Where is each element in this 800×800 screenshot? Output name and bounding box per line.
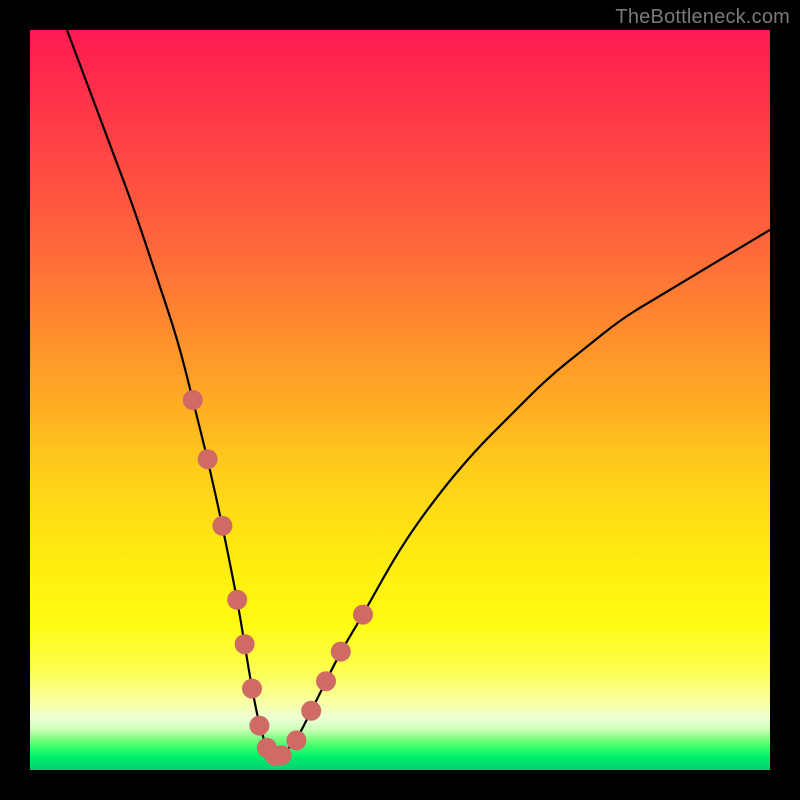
curve-marker: [301, 701, 321, 721]
curve-marker: [212, 516, 232, 536]
plot-area: [30, 30, 770, 770]
bottleneck-curve-path: [67, 30, 770, 755]
curve-marker: [235, 634, 255, 654]
curve-svg: [30, 30, 770, 770]
curve-marker: [227, 590, 247, 610]
curve-marker: [272, 745, 292, 765]
curve-marker: [183, 390, 203, 410]
curve-marker: [249, 716, 269, 736]
curve-marker: [331, 642, 351, 662]
curve-marker: [242, 679, 262, 699]
curve-markers-group: [183, 390, 373, 765]
curve-marker: [198, 449, 218, 469]
curve-marker: [316, 671, 336, 691]
chart-frame: TheBottleneck.com: [0, 0, 800, 800]
curve-marker: [353, 605, 373, 625]
watermark-text: TheBottleneck.com: [615, 6, 790, 29]
curve-marker: [286, 730, 306, 750]
